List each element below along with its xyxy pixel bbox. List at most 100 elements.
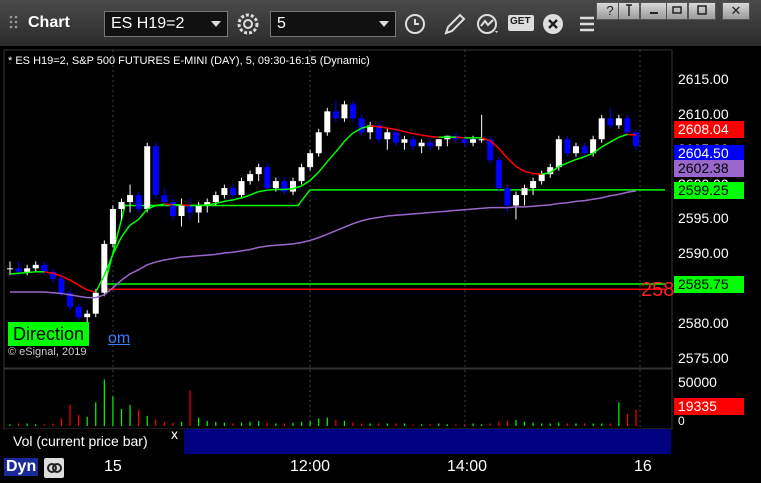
link-chain-icon — [47, 463, 62, 473]
candle-body — [350, 104, 357, 119]
candle-body — [41, 264, 48, 272]
grip-icon[interactable] — [8, 14, 22, 32]
ma-fast-segment — [198, 204, 208, 207]
chevron-down-icon[interactable] — [211, 21, 221, 27]
pencil-icon[interactable] — [440, 11, 470, 37]
ma-fast-segment — [370, 125, 379, 128]
price-label: 2608.04 — [674, 120, 744, 138]
candle-body — [84, 313, 91, 318]
candle-body — [341, 104, 348, 119]
candle-body — [572, 146, 579, 154]
price-label: 2599.25 — [674, 181, 744, 199]
scrollbar-corner[interactable] — [672, 430, 758, 454]
candle-body — [470, 139, 477, 143]
link-icon — [672, 6, 682, 14]
price-axis-tick: 2595.00 — [678, 210, 729, 227]
ma-fast-segment — [430, 135, 439, 138]
candle-body — [24, 268, 31, 272]
candle-body — [229, 188, 236, 196]
candle-body — [307, 153, 314, 168]
chevron-down-icon[interactable] — [523, 20, 535, 30]
candle-body — [135, 195, 142, 210]
price-chart[interactable] — [0, 46, 761, 455]
candle-body — [238, 181, 245, 196]
candle-body — [152, 146, 159, 196]
candle-body — [530, 181, 537, 189]
candle-body — [435, 139, 442, 147]
ma-fast-segment — [533, 172, 542, 175]
candle-body — [247, 174, 254, 182]
maximize-icon — [697, 5, 707, 15]
candle-body — [392, 132, 399, 143]
minimize-button[interactable] — [640, 2, 668, 20]
ma-fast-segment — [181, 204, 191, 207]
candle-body — [6, 268, 14, 270]
candle-body — [607, 118, 614, 126]
interval-select[interactable]: 5 — [270, 11, 396, 37]
link-button[interactable] — [666, 2, 688, 20]
candle-body — [221, 188, 228, 196]
candle-body — [410, 139, 417, 147]
candle-body — [512, 195, 519, 206]
price-axis-tick: 2615.00 — [678, 70, 729, 87]
candle-body — [298, 167, 305, 182]
close-circle-icon[interactable] — [538, 11, 568, 37]
close-button[interactable]: ✕ — [722, 2, 750, 20]
ma-fast-segment — [164, 203, 173, 206]
candle-body — [144, 146, 151, 210]
candle-body — [75, 306, 82, 318]
ma-fast-segment — [627, 133, 637, 136]
ma-fast-segment — [18, 271, 28, 274]
link-chain-button[interactable] — [44, 458, 64, 478]
candle-body — [289, 181, 296, 192]
direction-label[interactable]: Direction — [8, 322, 90, 346]
symbol-select[interactable]: ES H19=2 — [104, 11, 228, 37]
ma-fast-segment — [9, 272, 19, 275]
candle-body — [418, 142, 425, 147]
price-axis-tick: 2575.00 — [678, 350, 729, 367]
window-titlebar: Chart ES H19=2 5 GET ? ✕ — [0, 0, 761, 46]
chart-info: * ES H19=2, S&P 500 FUTURES E-MINI (DAY)… — [8, 55, 370, 67]
candle-body — [598, 118, 605, 140]
price-axis-tick: 2590.00 — [678, 245, 729, 262]
settings-gear-icon[interactable] — [233, 11, 263, 37]
candle-body — [521, 188, 528, 196]
minimize-icon — [650, 12, 658, 14]
candle-body — [92, 292, 99, 314]
candle-body — [324, 111, 331, 133]
price-axis-tick: 2610.00 — [678, 105, 729, 122]
dyn-button[interactable]: Dyn — [4, 458, 39, 476]
volume-panel-close[interactable]: x — [171, 426, 178, 442]
candle-body — [212, 195, 219, 203]
maximize-button[interactable] — [688, 2, 716, 20]
candle-body — [384, 132, 391, 140]
candle-body — [504, 188, 511, 206]
candle-body — [15, 268, 22, 272]
chevron-down-icon[interactable] — [379, 21, 389, 27]
candle-body — [118, 202, 125, 210]
candle-body — [624, 118, 631, 133]
volume-axis-0: 0 — [678, 414, 685, 428]
ma-fast-segment — [27, 271, 36, 274]
price-label: 2585.75 — [674, 276, 744, 294]
study-icon[interactable] — [473, 11, 503, 37]
candle-body — [195, 205, 202, 213]
candle-body — [255, 167, 262, 175]
pin-button[interactable] — [618, 2, 640, 20]
volume-axis-50000: 50000 — [678, 374, 717, 390]
direction-fragment[interactable]: om — [108, 330, 130, 348]
candle-body — [272, 181, 279, 189]
candle-body — [478, 139, 485, 141]
ma-fast-segment — [455, 136, 465, 139]
candle-body — [264, 167, 271, 189]
candle-body — [315, 132, 322, 154]
price-label: 2602.38 — [674, 160, 744, 177]
time-label-1200: 12:00 — [290, 458, 331, 475]
candle-body — [538, 174, 545, 182]
candle-body — [555, 139, 562, 168]
candle-body — [615, 118, 622, 126]
clock-icon[interactable] — [400, 11, 430, 37]
time-label-1400: 14:00 — [447, 458, 488, 475]
candle-body — [127, 195, 134, 203]
volume-panel-label: Vol (current price bar) — [5, 429, 183, 454]
